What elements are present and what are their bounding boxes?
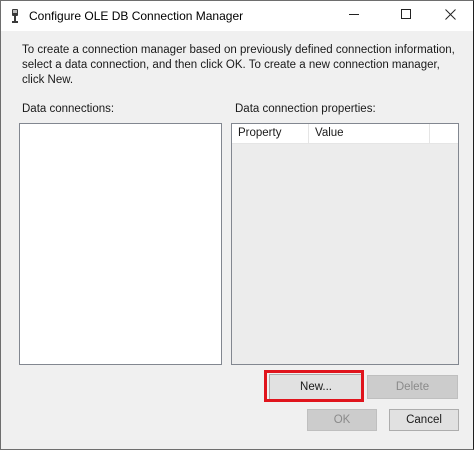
value-column-label: Value: [315, 127, 344, 139]
maximize-button[interactable]: [383, 1, 429, 31]
property-column-label: Property: [238, 127, 282, 139]
data-connection-properties-grid[interactable]: Property Value: [231, 123, 459, 365]
close-icon: [444, 9, 456, 23]
data-connections-list[interactable]: [19, 123, 222, 365]
title-bar[interactable]: Configure OLE DB Connection Manager: [1, 1, 473, 31]
property-column-header[interactable]: Property: [232, 124, 309, 143]
instructions-text: To create a connection manager based on …: [22, 44, 455, 86]
maximize-icon: [400, 9, 412, 23]
data-connection-properties-label: Data connection properties:: [235, 103, 376, 115]
minimize-button[interactable]: [331, 1, 377, 31]
close-button[interactable]: [427, 1, 473, 31]
ole-db-plug-icon: [9, 8, 21, 24]
ok-button[interactable]: OK: [307, 409, 377, 431]
cancel-button[interactable]: Cancel: [389, 409, 459, 431]
configure-ole-db-dialog: Configure OLE DB Connection Manager To c…: [0, 0, 474, 450]
new-button-highlight: [264, 370, 364, 402]
properties-grid-header: Property Value: [232, 124, 458, 144]
data-connections-label: Data connections:: [22, 103, 115, 115]
delete-button[interactable]: Delete: [367, 375, 458, 399]
window-title: Configure OLE DB Connection Manager: [29, 9, 244, 23]
value-column-header[interactable]: Value: [309, 124, 430, 143]
minimize-icon: [348, 9, 360, 23]
